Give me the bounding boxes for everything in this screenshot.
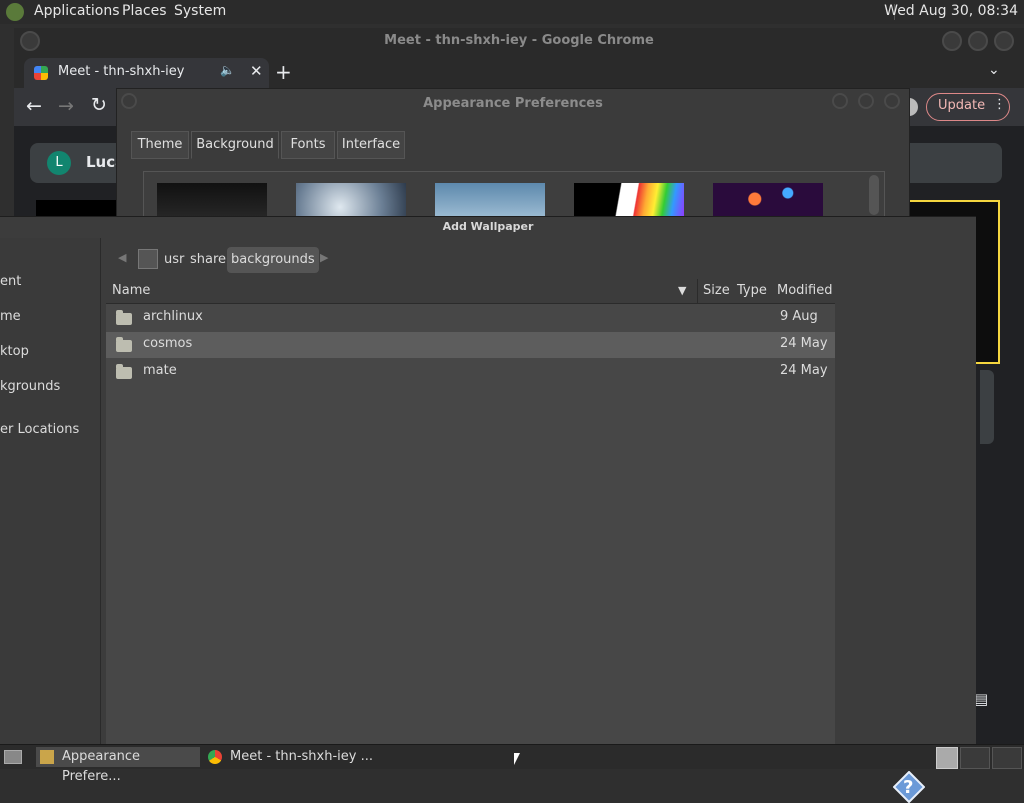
meet-side-panel [980,370,994,444]
close-window-button[interactable] [994,31,1014,51]
new-tab-icon[interactable]: + [275,60,292,84]
add-wallpaper-dialog: Add Wallpaper ent me ktop kgrounds er Lo… [0,216,976,803]
file-list: Name ▼ Size Type Modified archlinux 9 Au… [106,279,835,745]
close-window-button[interactable] [884,93,900,109]
tab-search-chevron-down-icon[interactable]: ⌄ [988,62,1000,78]
sidebar-item-home[interactable]: me [0,309,21,324]
meet-shared-thumbnail [36,200,118,216]
sidebar-item-desktop[interactable]: ktop [0,344,29,359]
path-bar: ◀ usr share backgrounds ▶ [110,243,976,279]
applications-menu[interactable]: Applications [34,3,120,19]
clock[interactable]: Wed Aug 30, 08:34 [884,3,1018,19]
forward-arrow-icon[interactable]: → [58,95,74,117]
workspace-switcher[interactable] [992,747,1022,769]
sidebar-item-other-locations[interactable]: er Locations [0,422,79,437]
file-modified: 9 Aug [780,309,818,324]
places-menu[interactable]: Places [122,3,167,19]
folder-icon [116,364,132,379]
root-drive-icon[interactable] [138,249,158,269]
dialog-title: Add Wallpaper [442,220,534,233]
places-sidebar: ent me ktop kgrounds er Locations [0,238,101,745]
path-right-arrow-icon[interactable]: ▶ [320,251,328,264]
chrome-titlebar[interactable]: Meet - thn-shxh-iey - Google Chrome [14,28,1024,54]
path-crumb-share[interactable]: share [186,247,230,273]
minimize-button[interactable] [942,31,962,51]
tab-theme[interactable]: Theme [131,131,189,159]
meet-favicon-icon [34,66,48,80]
taskbar-item-appearance[interactable]: Appearance Prefere... [36,747,200,784]
bottom-taskbar: Appearance Prefere... Meet - thn-shxh-ie… [0,744,1024,784]
column-type[interactable]: Type [737,283,767,298]
chrome-window-title: Meet - thn-shxh-iey - Google Chrome [384,33,654,48]
mouse-cursor-icon [514,753,520,765]
path-left-arrow-icon[interactable]: ◀ [118,251,126,264]
column-modified[interactable]: Modified [777,283,832,298]
avatar[interactable]: L [47,151,71,175]
chrome-icon [208,750,222,764]
folder-icon [116,337,132,352]
file-modified: 24 May [780,336,828,351]
help-glyph: ? [903,777,914,798]
kebab-menu-icon[interactable]: ⋮ [993,97,1006,112]
tab-background[interactable]: Background [191,131,279,159]
tab-close-icon[interactable]: ✕ [250,62,263,80]
appearance-window-title: Appearance Preferences [423,96,603,111]
speaker-icon[interactable]: 🔈 [220,63,235,77]
top-panel: Applications Places System Wed Aug 30, 0… [0,0,1024,24]
column-size[interactable]: Size [703,283,730,298]
workspace-switcher[interactable] [936,747,958,769]
minimize-button[interactable] [832,93,848,109]
sidebar-item-recent[interactable]: ent [0,274,21,289]
workspace-switcher[interactable] [960,747,990,769]
preview-area [835,279,976,745]
tab-meet[interactable]: Meet - thn-shxh-iey 🔈 ✕ [24,58,269,88]
wallpaper-scrollbar[interactable] [869,175,879,215]
back-arrow-icon[interactable]: ← [26,95,42,117]
path-crumb-usr[interactable]: usr [160,247,188,273]
list-header: Name ▼ Size Type Modified [106,279,835,304]
update-button-label: Update [938,98,986,113]
system-menu[interactable]: System [174,3,226,19]
column-divider [697,279,698,303]
taskbar-item-label: Appearance Prefere... [62,749,141,784]
appearance-app-icon [40,750,54,764]
tab-title: Meet - thn-shxh-iey [58,64,185,79]
list-item[interactable]: cosmos 24 May [106,332,835,358]
reload-icon[interactable]: ↻ [91,94,107,116]
file-name: cosmos [143,336,193,351]
captions-icon[interactable]: ▤ [974,690,988,708]
taskbar-item-label: Meet - thn-shxh-iey ... [230,749,373,764]
file-name: archlinux [143,309,203,324]
path-crumb-backgrounds[interactable]: backgrounds [227,247,319,273]
tab-interface[interactable]: Interface [337,131,405,159]
show-desktop-icon[interactable] [4,750,22,764]
file-modified: 24 May [780,363,828,378]
list-item[interactable]: mate 24 May [106,359,835,385]
taskbar-item-chrome[interactable]: Meet - thn-shxh-iey ... [204,747,380,767]
file-name: mate [143,363,177,378]
folder-icon [116,310,132,325]
sort-down-icon[interactable]: ▼ [678,284,686,297]
sidebar-item-backgrounds[interactable]: kgrounds [0,379,60,394]
update-button[interactable]: Update ⋮ [926,93,1010,121]
maximize-button[interactable] [968,31,988,51]
maximize-button[interactable] [858,93,874,109]
tab-fonts[interactable]: Fonts [281,131,335,159]
list-item[interactable]: archlinux 9 Aug [106,305,835,331]
mate-logo-icon[interactable] [6,3,24,21]
column-name[interactable]: Name [112,283,150,298]
